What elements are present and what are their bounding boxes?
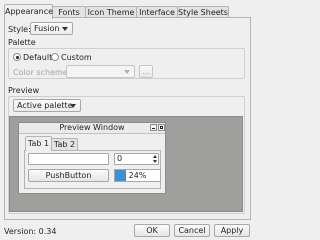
- tab-label: Icon Theme: [87, 8, 135, 17]
- spin-value: 0: [117, 154, 123, 163]
- palette-group-title: Palette: [8, 38, 36, 47]
- ok-button[interactable]: OK: [134, 224, 170, 237]
- preview-line-edit[interactable]: [28, 153, 109, 165]
- spin-down-icon[interactable]: [153, 160, 157, 163]
- color-scheme-combobox[interactable]: [66, 65, 135, 78]
- preview-window-title: Preview Window: [59, 123, 125, 132]
- tab-appearance[interactable]: Appearance: [4, 4, 53, 19]
- tab-label: Appearance: [5, 7, 54, 16]
- tab-label: Tab 1: [27, 139, 50, 148]
- tab-label: Fonts: [58, 8, 80, 17]
- chevron-down-icon: [124, 70, 130, 74]
- preview-mode-combobox[interactable]: Active palette: [13, 99, 81, 112]
- restore-icon[interactable]: [158, 124, 165, 131]
- cancel-button[interactable]: Cancel: [174, 224, 210, 237]
- preview-window: Preview Window Tab 1 Tab 2 0 PushButton …: [18, 122, 166, 194]
- minimize-icon[interactable]: [150, 124, 157, 131]
- tab-label: Style Sheets: [178, 8, 228, 17]
- radio-dot-icon: [16, 56, 19, 59]
- preview-tab-1[interactable]: Tab 1: [25, 136, 52, 151]
- apply-button[interactable]: Apply: [214, 224, 250, 237]
- button-label: OK: [146, 226, 158, 235]
- tab-label: Tab 2: [53, 140, 76, 149]
- button-label: ...: [142, 67, 150, 76]
- style-combobox[interactable]: Fusion: [30, 22, 73, 35]
- style-combobox-value: Fusion: [34, 24, 60, 33]
- button-label: PushButton: [45, 171, 92, 180]
- preview-push-button[interactable]: PushButton: [28, 169, 109, 182]
- style-label: Style:: [8, 25, 31, 34]
- preview-mode-value: Active palette: [17, 101, 73, 110]
- color-scheme-more-button[interactable]: ...: [139, 65, 153, 78]
- button-label: Apply: [220, 226, 244, 235]
- preview-group-title: Preview: [8, 86, 40, 95]
- custom-radio-label: Custom: [61, 53, 92, 62]
- default-radio-label: Default: [23, 53, 53, 62]
- version-label: Version: 0.34: [4, 227, 57, 236]
- preview-progress-bar: 24%: [114, 169, 161, 182]
- tab-label: Interface: [139, 8, 175, 17]
- preview-spin-box[interactable]: 0: [114, 153, 159, 165]
- spin-up-icon[interactable]: [153, 155, 157, 158]
- custom-radio[interactable]: [51, 53, 59, 61]
- chevron-down-icon: [70, 104, 76, 108]
- default-radio[interactable]: [13, 53, 21, 61]
- chevron-down-icon: [62, 27, 68, 31]
- preview-window-titlebar[interactable]: Preview Window: [19, 123, 165, 134]
- color-scheme-label: Color scheme:: [13, 68, 71, 77]
- button-label: Cancel: [178, 226, 206, 235]
- progress-text: 24%: [128, 171, 147, 180]
- preview-area: Preview Window Tab 1 Tab 2 0 PushButton …: [9, 116, 243, 212]
